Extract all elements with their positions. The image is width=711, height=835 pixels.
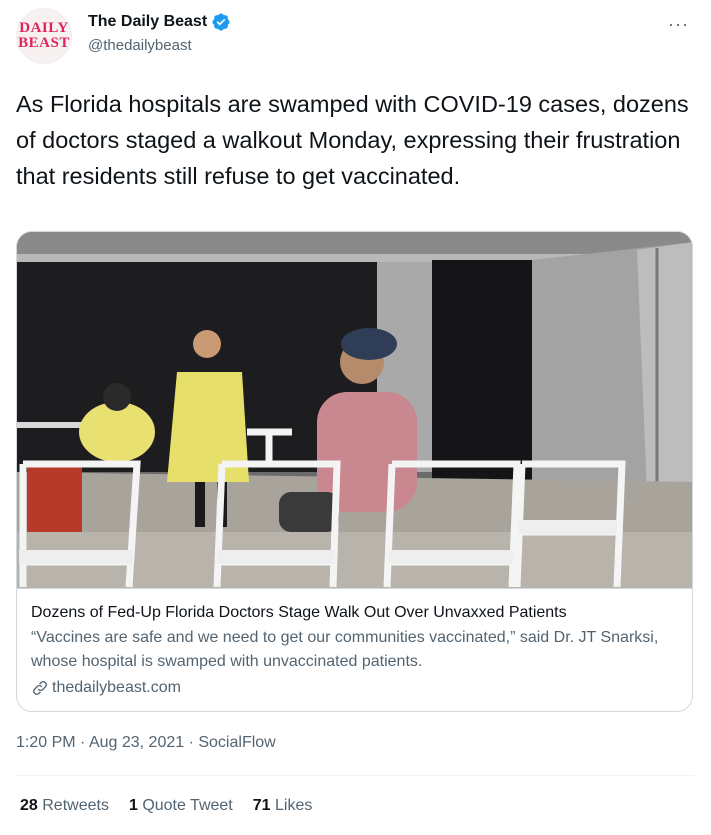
avatar[interactable]: DAILY BEAST (16, 8, 72, 64)
divider (16, 775, 695, 776)
avatar-logo-line1: DAILY (19, 20, 69, 36)
likes-stat[interactable]: 71 Likes (253, 797, 313, 815)
likes-count: 71 (252, 797, 271, 814)
quote-tweets-label: Quote Tweet (142, 797, 233, 814)
link-icon (33, 681, 47, 695)
link-card[interactable]: Dozens of Fed-Up Florida Doctors Stage W… (16, 231, 693, 712)
card-domain: thedailybeast.com (52, 679, 181, 696)
retweets-label: Retweets (42, 797, 109, 814)
author-name-row[interactable]: The Daily Beast (88, 12, 231, 32)
author-handle[interactable]: @thedailybeast (88, 37, 192, 54)
verified-badge-icon (212, 13, 230, 31)
retweets-stat[interactable]: 28 Retweets (20, 797, 109, 815)
tweet-meta: 1:20 PM · Aug 23, 2021 · SocialFlow (16, 734, 276, 752)
card-title[interactable]: Dozens of Fed-Up Florida Doctors Stage W… (31, 602, 678, 624)
tweet-time[interactable]: 1:20 PM (16, 734, 76, 751)
card-body: Dozens of Fed-Up Florida Doctors Stage W… (31, 602, 678, 700)
more-options-icon[interactable]: ··· (668, 14, 689, 35)
tweet-date[interactable]: Aug 23, 2021 (89, 734, 184, 751)
meta-separator: · (184, 734, 199, 751)
tweet-source[interactable]: SocialFlow (198, 734, 275, 751)
tweet-stats: 28 Retweets 1 Quote Tweet 71 Likes (20, 797, 312, 815)
quote-tweets-stat[interactable]: 1 Quote Tweet (129, 797, 233, 815)
card-image (17, 232, 692, 589)
likes-label: Likes (275, 797, 313, 814)
card-description: “Vaccines are safe and we need to get ou… (31, 629, 659, 670)
tweet-text: As Florida hospitals are swamped with CO… (16, 91, 689, 189)
quote-tweets-count: 1 (128, 797, 138, 814)
meta-separator: · (75, 734, 89, 751)
retweets-count: 28 (20, 797, 38, 814)
avatar-logo-line2: BEAST (18, 35, 70, 51)
card-domain-row[interactable]: thedailybeast.com (31, 676, 678, 700)
author-name[interactable]: The Daily Beast (88, 13, 207, 31)
